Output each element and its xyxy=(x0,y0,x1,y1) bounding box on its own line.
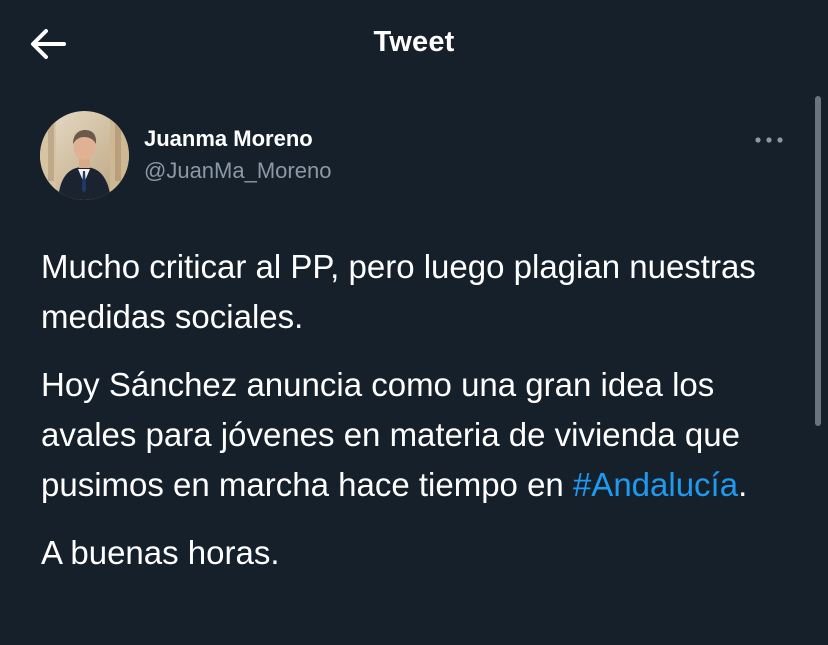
author-name[interactable]: Juanma Moreno xyxy=(144,126,313,152)
tweet-paragraph: A buenas horas. xyxy=(41,534,280,571)
tweet-paragraph: Hoy Sánchez anuncia como una gran idea l… xyxy=(41,360,801,510)
tweet-paragraph: Mucho criticar al PP, pero luego plagian… xyxy=(41,248,756,335)
more-horizontal-icon xyxy=(755,137,783,143)
top-bar: Tweet xyxy=(0,0,828,90)
tweet-text: Mucho criticar al PP, pero luego plagian… xyxy=(41,242,801,578)
page-title: Tweet xyxy=(373,26,455,58)
author-handle[interactable]: @JuanMa_Moreno xyxy=(144,158,331,184)
tweet-text-span: . xyxy=(738,466,748,503)
tweet-screen: Tweet Juanma Moreno @JuanMa_Moreno Mucho… xyxy=(0,0,828,645)
scrollbar[interactable] xyxy=(815,96,821,426)
more-options-button[interactable] xyxy=(748,126,792,154)
avatar[interactable] xyxy=(40,111,129,200)
hashtag-link[interactable]: #Andalucía xyxy=(573,466,738,503)
avatar-photo xyxy=(40,111,129,200)
